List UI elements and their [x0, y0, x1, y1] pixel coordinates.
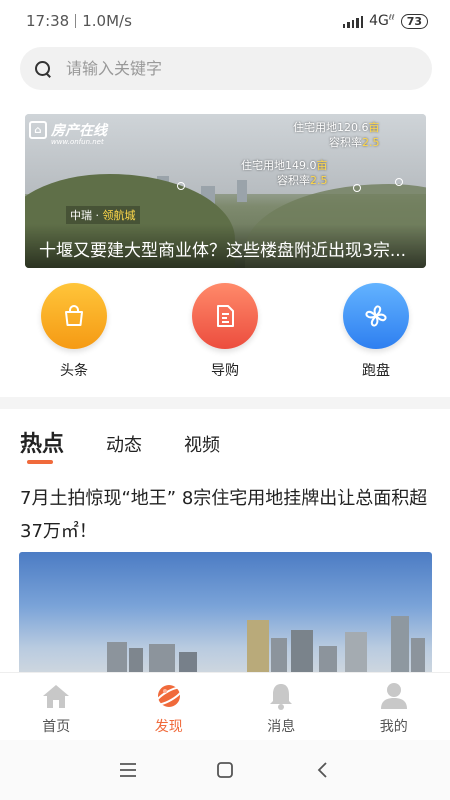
- banner-carousel[interactable]: ⌂ 房产在线 www.onfun.net 住宅用地120.6亩 容积率2.5 住…: [25, 114, 426, 268]
- article-image[interactable]: [19, 552, 432, 672]
- home-square-icon[interactable]: [213, 758, 237, 782]
- nav-label: 首页: [42, 719, 71, 735]
- nav-profile[interactable]: 我的: [338, 673, 450, 740]
- skyline-building: [345, 632, 367, 672]
- quick-entry-toutiao[interactable]: 头条: [29, 283, 119, 380]
- nav-home[interactable]: 首页: [0, 673, 113, 740]
- house-icon: ⌂: [29, 121, 47, 139]
- map-node-icon: [353, 184, 361, 192]
- menu-icon[interactable]: [116, 758, 140, 782]
- status-separator: [75, 14, 77, 28]
- banner-location-label: 中瑞 · 领航城: [66, 206, 140, 224]
- shopping-bag-icon: [41, 283, 107, 349]
- banner-logo: ⌂ 房产在线: [29, 120, 107, 140]
- section-divider: [0, 397, 450, 409]
- skyline-building: [179, 652, 197, 672]
- quick-entries: 头条 导购 跑盘: [0, 283, 450, 383]
- article-title[interactable]: 7月土拍惊现“地王” 8宗住宅用地挂牌出让总面积超37万㎡！: [20, 482, 430, 548]
- quick-entry-label: 导购: [211, 363, 239, 379]
- bell-icon: [266, 681, 296, 711]
- skyline-building: [129, 648, 143, 672]
- content-tabs: 热点 动态 视频: [20, 426, 262, 466]
- skyline-building: [247, 620, 269, 672]
- status-bar: 17:38 1.0M/s 4Gℓℓ 73: [0, 0, 450, 42]
- skyline-building: [391, 616, 409, 672]
- nav-discover[interactable]: 发现: [113, 673, 226, 740]
- status-speed: 1.0M/s: [82, 12, 132, 30]
- search-bar[interactable]: [20, 47, 432, 90]
- banner-tag-2: 住宅用地149.0亩 容积率2.5: [241, 159, 328, 187]
- banner-tag-1: 住宅用地120.6亩 容积率2.5: [293, 121, 380, 149]
- nav-label: 发现: [154, 719, 183, 735]
- person-icon: [379, 681, 409, 711]
- quick-entry-label: 头条: [60, 363, 88, 379]
- skyline-building: [271, 638, 287, 672]
- search-input[interactable]: [66, 59, 396, 78]
- skyline-building: [319, 646, 337, 672]
- skyline-building: [107, 642, 127, 672]
- status-left: 17:38 1.0M/s: [26, 12, 132, 30]
- map-node-icon: [395, 178, 403, 186]
- banner-caption: 十堰又要建大型商业体？这些楼盘附近出现3宗...: [25, 224, 426, 268]
- system-navigation: [0, 740, 450, 800]
- quick-entry-paopan[interactable]: 跑盘: [331, 283, 421, 380]
- planet-icon: [154, 681, 184, 711]
- nav-label: 我的: [379, 719, 408, 735]
- document-icon: [192, 283, 258, 349]
- back-icon[interactable]: [310, 758, 334, 782]
- nav-label: 消息: [267, 719, 296, 735]
- logo-text: 房产在线: [51, 123, 107, 139]
- skyline-building: [291, 630, 313, 672]
- skyline-building: [411, 638, 425, 672]
- quick-entry-daogou[interactable]: 导购: [180, 283, 270, 380]
- fan-icon: [343, 283, 409, 349]
- map-node-icon: [177, 182, 185, 190]
- signal-icon: [342, 15, 364, 28]
- home-icon: [41, 681, 71, 711]
- battery-icon: 73: [400, 13, 428, 29]
- tab-video[interactable]: 视频: [184, 431, 220, 457]
- status-right: 4Gℓℓ 73: [342, 13, 428, 29]
- skyline-building: [149, 644, 175, 672]
- logo-url: www.onfun.net: [51, 138, 104, 146]
- search-icon: [34, 60, 52, 78]
- tab-news[interactable]: 动态: [106, 431, 142, 457]
- bottom-navigation: 首页 发现 消息 我的: [0, 672, 450, 740]
- nav-messages[interactable]: 消息: [225, 673, 338, 740]
- status-time: 17:38: [26, 12, 70, 30]
- quick-entry-label: 跑盘: [362, 363, 390, 379]
- tab-hot[interactable]: 热点: [20, 426, 64, 464]
- network-type: 4Gℓℓ: [369, 13, 395, 29]
